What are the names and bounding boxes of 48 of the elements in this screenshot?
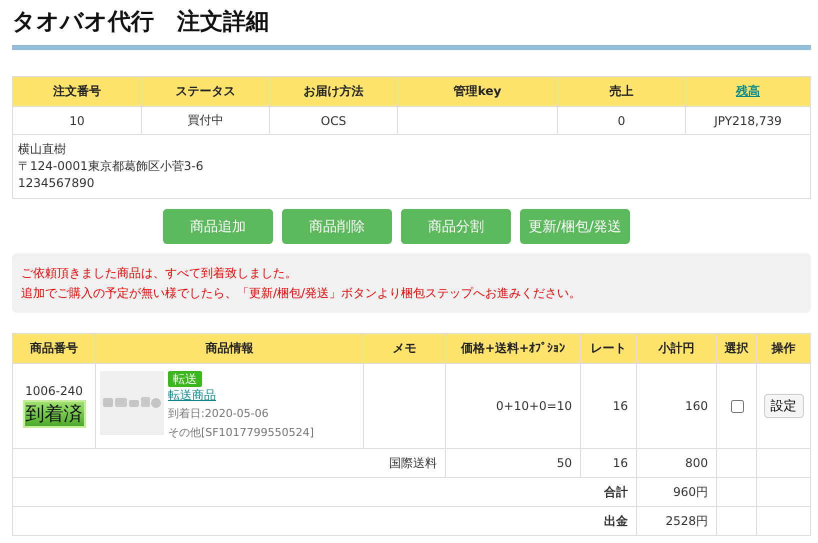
address-line: 〒124-0001東京都葛飾区小菅3-6: [18, 158, 204, 175]
page-title: タオバオ代行 注文詳細: [12, 8, 270, 37]
item-number: 1006-240: [24, 384, 84, 398]
tag-badge: 転送: [168, 370, 202, 386]
column-header: 小計円: [636, 334, 716, 364]
address-line: 横山直樹: [18, 141, 67, 158]
action-button[interactable]: 商品削除: [282, 209, 392, 244]
select-checkbox[interactable]: [730, 400, 744, 412]
table-cell: 国際送料: [12, 448, 446, 478]
status-badge: 到着済: [22, 400, 86, 428]
column-header: お届け方法: [270, 76, 398, 106]
column-header: 商品番号: [12, 334, 96, 364]
action-button[interactable]: 商品追加: [163, 209, 273, 244]
column-header[interactable]: 残高: [686, 76, 810, 106]
product-link[interactable]: 転送商品: [168, 386, 216, 404]
table-cell: OCS: [270, 106, 398, 134]
tracking-info: その他[SF1017799550524]: [168, 424, 314, 440]
settings-button[interactable]: 設定: [764, 394, 804, 418]
table-cell: JPY218,739: [686, 106, 810, 134]
column-header: メモ: [364, 334, 446, 364]
table-cell: 16: [580, 448, 636, 478]
table-cell: 0+10+0=10: [446, 364, 580, 448]
column-header: 価格+送料+ｵﾌﾟｼｮﾝ: [446, 334, 580, 364]
column-header: 管理key: [398, 76, 558, 106]
table-cell: 0: [558, 106, 686, 134]
column-header: 注文番号: [12, 76, 142, 106]
action-button[interactable]: 商品分割: [401, 209, 511, 244]
total-label: 出金: [12, 506, 636, 536]
column-header: 操作: [756, 334, 810, 364]
total-value: 960円: [636, 478, 716, 506]
column-header: レート: [580, 334, 636, 364]
address-line: 1234567890: [18, 175, 96, 192]
arrival-date: 到着日:2020-05-06: [168, 406, 269, 422]
notice-text: ご依頼頂きました商品は、すべて到着致しました。: [21, 265, 298, 282]
column-header: ステータス: [142, 76, 270, 106]
action-button[interactable]: 更新/梱包/発送: [520, 209, 630, 244]
total-value: 2528円: [636, 506, 716, 536]
table-cell: 買付中: [142, 106, 270, 134]
column-header: 売上: [558, 76, 686, 106]
total-label: 合計: [12, 478, 636, 506]
notice-text: 追加でご購入の予定が無い様でしたら、「更新/梱包/発送」ボタンより梱包ステップへお進みください。: [21, 285, 582, 302]
column-header: 選択: [716, 334, 756, 364]
table-cell: 160: [636, 364, 716, 448]
table-cell: 50: [446, 448, 580, 478]
column-header: 商品情報: [96, 334, 364, 364]
table-cell: 800: [636, 448, 716, 478]
table-cell: 10: [12, 106, 142, 134]
table-cell: 16: [580, 364, 636, 448]
